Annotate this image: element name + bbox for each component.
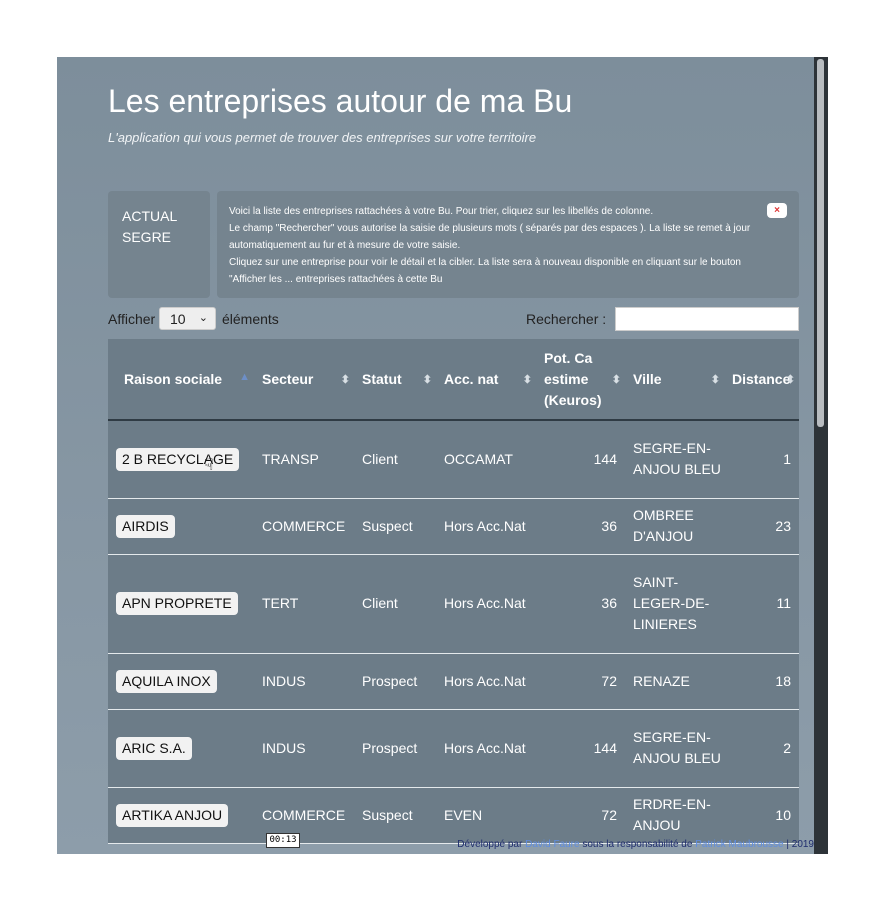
search-label: Rechercher : (526, 311, 607, 327)
company-name-button[interactable]: AIRDIS (116, 514, 175, 538)
cell-acc-nat: EVEN (436, 787, 536, 844)
table-row[interactable]: ARTIKA ANJOU COMMERCE Suspect EVEN 72 ER… (108, 787, 799, 844)
sort-icon: ⬍ (611, 374, 621, 386)
cell-secteur: INDUS (254, 709, 354, 788)
cell-distance: 10 (724, 787, 799, 844)
table-header-row: Raison sociale ▲ Secteur ⬍ Statut ⬍ Acc. na… (108, 339, 799, 421)
companies-table: Raison sociale ▲ Secteur ⬍ Statut ⬍ Acc. na… (108, 339, 799, 844)
company-name-button[interactable]: 2 B RECYCLAGE (116, 447, 240, 471)
cell-secteur: INDUS (254, 653, 354, 710)
col-statut[interactable]: Statut ⬍ (354, 339, 436, 421)
sort-icon: ⬍ (422, 374, 432, 386)
cell-pot-ca: 36 (536, 554, 625, 654)
cell-ville: RENAZE (625, 653, 724, 710)
cell-acc-nat: OCCAMAT (436, 420, 536, 499)
bu-name-box: ACTUAL SEGRE (108, 191, 210, 298)
table-row[interactable]: APN PROPRETE TERT Client Hors Acc.Nat 36… (108, 554, 799, 654)
page-length-select[interactable]: 10 ⌄ (159, 307, 216, 330)
info-line-3: Cliquez sur une entreprise pour voir le … (229, 257, 741, 285)
cell-acc-nat: Hors Acc.Nat (436, 554, 536, 654)
table-controls: Afficher 10 ⌄ éléments Rechercher : (108, 307, 799, 331)
close-info-button[interactable]: × (767, 203, 787, 218)
page-length-value: 10 (170, 311, 186, 327)
col-pot-ca[interactable]: Pot. Ca estime (Keuros) ⬍ (536, 339, 625, 421)
sort-asc-icon: ▲ (239, 371, 250, 383)
show-label: Afficher (108, 311, 156, 327)
cell-acc-nat: Hors Acc.Nat (436, 653, 536, 710)
cell-pot-ca: 144 (536, 709, 625, 788)
cell-statut: Prospect (354, 653, 436, 710)
cell-ville: OMBREE D'ANJOU (625, 498, 724, 555)
footer-middle: sous la responsabilité de (582, 839, 693, 850)
cell-statut: Prospect (354, 709, 436, 788)
owner-link[interactable]: Patrick Maubrousse (695, 839, 783, 850)
cell-statut: Client (354, 554, 436, 654)
col-ville[interactable]: Ville ⬍ (625, 339, 724, 421)
cell-ville: SEGRE-EN-ANJOU BLEU (625, 709, 724, 788)
sort-icon: ⬍ (340, 374, 350, 386)
table-row[interactable]: ARIC S.A. INDUS Prospect Hors Acc.Nat 14… (108, 709, 799, 788)
author-link[interactable]: David Faure (525, 839, 579, 850)
search-input[interactable] (615, 307, 799, 331)
elements-label: éléments (222, 311, 279, 327)
cell-pot-ca: 72 (536, 787, 625, 844)
cell-acc-nat: Hors Acc.Nat (436, 498, 536, 555)
scrollbar-thumb[interactable] (817, 59, 824, 427)
cell-statut: Suspect (354, 498, 436, 555)
cell-distance: 1 (724, 420, 799, 499)
cell-secteur: TERT (254, 554, 354, 654)
cell-distance: 18 (724, 653, 799, 710)
cell-pot-ca: 72 (536, 653, 625, 710)
cell-secteur: TRANSP (254, 420, 354, 499)
col-distance[interactable]: Distance ⬍ (724, 339, 799, 421)
cell-acc-nat: Hors Acc.Nat (436, 709, 536, 788)
company-name-button[interactable]: APN PROPRETE (116, 592, 238, 615)
footer-suffix: | 2019 (786, 839, 814, 850)
chevron-down-icon: ⌄ (198, 312, 208, 324)
cell-ville: ERDRE-EN-ANJOU (625, 787, 724, 844)
cell-secteur: COMMERCE (254, 498, 354, 555)
sort-icon: ⬍ (785, 374, 795, 386)
bu-name-line1: ACTUAL (122, 208, 178, 224)
hand-cursor-icon: ☟ (204, 457, 214, 474)
company-name-button[interactable]: ARIC S.A. (116, 736, 192, 760)
cell-ville: SEGRE-EN-ANJOU BLEU (625, 420, 724, 499)
vertical-scrollbar[interactable] (814, 57, 828, 854)
cell-distance: 2 (724, 709, 799, 788)
cell-ville: SAINT-LEGER-DE-LINIERES (625, 554, 724, 654)
cell-distance: 11 (724, 554, 799, 654)
page-footer: Développé par David Faure sous la respon… (57, 839, 814, 854)
bu-name-line2: SEGRE (122, 229, 172, 245)
cell-distance: 23 (724, 498, 799, 555)
cell-statut: Suspect (354, 787, 436, 844)
sort-icon: ⬍ (710, 374, 720, 386)
col-secteur[interactable]: Secteur ⬍ (254, 339, 354, 421)
cell-pot-ca: 36 (536, 498, 625, 555)
cell-statut: Client (354, 420, 436, 499)
cell-pot-ca: 144 (536, 420, 625, 499)
company-name-button[interactable]: AQUILA INOX (116, 669, 217, 693)
company-name-button[interactable]: ARTIKA ANJOU (116, 803, 229, 827)
table-row[interactable]: AQUILA INOX INDUS Prospect Hors Acc.Nat … (108, 653, 799, 710)
app-window: Les entreprises autour de ma Bu L'applic… (57, 57, 828, 854)
info-line-2: Le champ "Rechercher" vous autorise la s… (229, 223, 751, 251)
page-title: Les entreprises autour de ma Bu (108, 83, 573, 119)
info-line-1: Voici la liste des entreprises rattachée… (229, 206, 654, 217)
footer-prefix: Développé par (457, 839, 523, 850)
sort-icon: ⬍ (522, 374, 532, 386)
table-row[interactable]: AIRDIS COMMERCE Suspect Hors Acc.Nat 36 … (108, 498, 799, 555)
recording-timer: 00:13 (266, 833, 300, 848)
col-raison-sociale[interactable]: Raison sociale ▲ (108, 339, 254, 421)
col-acc-nat[interactable]: Acc. nat ⬍ (436, 339, 536, 421)
page-subtitle: L'application qui vous permet de trouver… (108, 130, 537, 145)
info-message: × Voici la liste des entreprises rattach… (217, 191, 799, 298)
